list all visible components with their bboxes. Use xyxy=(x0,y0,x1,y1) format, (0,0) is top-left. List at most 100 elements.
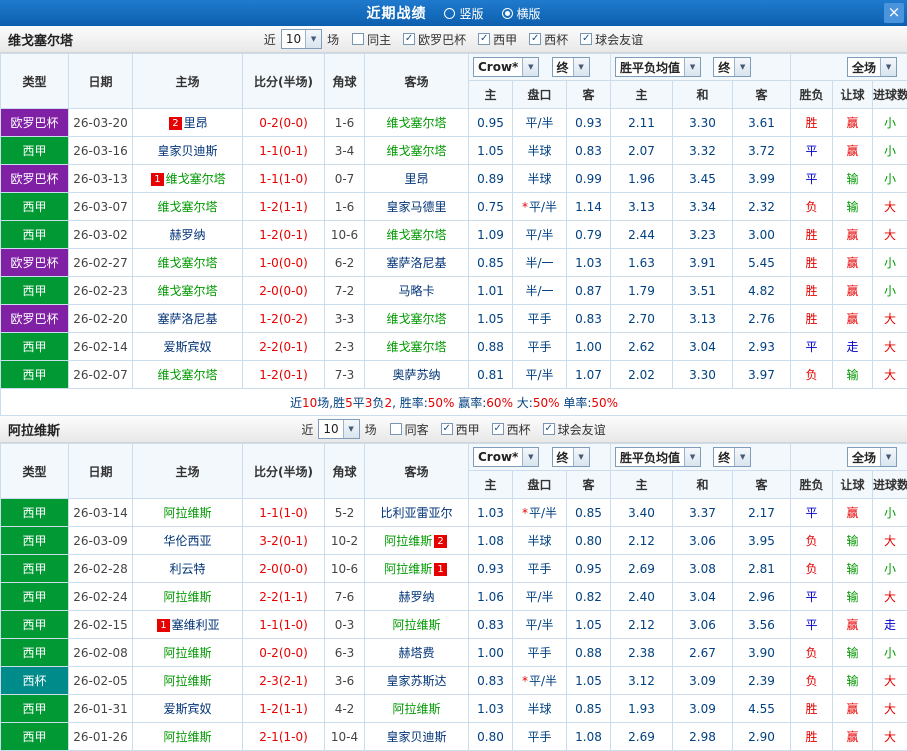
handicap-result-cell: 赢 xyxy=(832,722,874,751)
checkbox-icon[interactable] xyxy=(389,423,402,435)
scope-select[interactable]: 全场 ▼ xyxy=(847,57,898,77)
team-link[interactable]: 塞萨洛尼基 xyxy=(157,312,217,326)
team-link[interactable]: 阿拉维斯 xyxy=(384,534,432,548)
col-handicap-result: 让球 xyxy=(832,80,874,109)
avg-draw-cell: 3.45 xyxy=(672,164,734,193)
avg-home-cell: 2.11 xyxy=(610,108,674,137)
team-link[interactable]: 赫塔费 xyxy=(398,646,434,660)
team-link[interactable]: 维戈塞尔塔 xyxy=(386,340,446,354)
team-link[interactable]: 维戈塞尔塔 xyxy=(386,116,446,130)
away-team-cell: 维戈塞尔塔 xyxy=(364,108,469,137)
odds-home-cell: 0.81 xyxy=(468,360,513,389)
final-avg-select[interactable]: 终 ▼ xyxy=(713,57,752,77)
team-link[interactable]: 里昂 xyxy=(404,172,428,186)
team-link[interactable]: 阿拉维斯 xyxy=(384,562,432,576)
team-link[interactable]: 比利亚雷亚尔 xyxy=(380,506,452,520)
league-cell: 西甲 xyxy=(0,192,69,221)
checkbox-icon[interactable]: ✓ xyxy=(529,33,542,45)
checkbox-icon[interactable]: ✓ xyxy=(491,423,504,435)
filter-checkbox[interactable]: ✓ 西甲 xyxy=(478,31,517,48)
team-link[interactable]: 维戈塞尔塔 xyxy=(157,284,217,298)
result-cell: 胜 xyxy=(790,276,834,305)
radio-icon[interactable] xyxy=(444,7,456,19)
team-link[interactable]: 皇家马德里 xyxy=(386,200,446,214)
checkbox-icon[interactable]: ✓ xyxy=(403,33,416,45)
radio-vertical-layout[interactable]: 竖版 xyxy=(444,5,484,22)
team-link[interactable]: 维戈塞尔塔 xyxy=(166,172,226,186)
result-cell: 平 xyxy=(790,164,834,193)
table-row: 西甲 26-02-23 维戈塞尔塔 2-0(0-0) 7-2 马略卡 1.01 半/一 0.87… xyxy=(0,276,907,305)
checkbox-icon[interactable]: ✓ xyxy=(542,423,555,435)
filter-checkbox[interactable]: ✓ 西杯 xyxy=(529,31,568,48)
team-link[interactable]: 阿拉维斯 xyxy=(392,702,440,716)
team-link[interactable]: 阿拉维斯 xyxy=(163,590,211,604)
col-home: 主场 xyxy=(132,53,243,109)
team-link[interactable]: 皇家贝迪斯 xyxy=(157,144,217,158)
close-icon: × xyxy=(887,3,901,21)
team-link[interactable]: 赫罗纳 xyxy=(398,590,434,604)
team-link[interactable]: 皇家苏斯达 xyxy=(386,674,446,688)
league-cell: 西甲 xyxy=(0,332,69,361)
team-link[interactable]: 阿拉维斯 xyxy=(163,646,211,660)
checkbox-icon[interactable] xyxy=(352,33,365,45)
avg-home-cell: 2.38 xyxy=(610,638,674,667)
team-link[interactable]: 维戈塞尔塔 xyxy=(157,256,217,270)
league-cell: 西甲 xyxy=(0,498,69,527)
team-link[interactable]: 爱斯宾奴 xyxy=(163,340,211,354)
odds-provider-select[interactable]: Crow* ▼ xyxy=(473,57,540,77)
filter-checkbox[interactable]: 同主 xyxy=(352,31,391,48)
team-link[interactable]: 利云特 xyxy=(169,562,205,576)
odds-provider-select[interactable]: Crow* ▼ xyxy=(473,447,540,467)
team-link[interactable]: 维戈塞尔塔 xyxy=(157,368,217,382)
final-odds-select[interactable]: 终 ▼ xyxy=(551,57,590,77)
team-link[interactable]: 塞维利亚 xyxy=(172,618,220,632)
filter-checkbox[interactable]: ✓ 西杯 xyxy=(491,421,531,438)
team-link[interactable]: 维戈塞尔塔 xyxy=(386,312,446,326)
team-link[interactable]: 维戈塞尔塔 xyxy=(386,228,446,242)
avg-odds-select[interactable]: 胜平负均值 ▼ xyxy=(615,57,702,77)
team-link[interactable]: 塞萨洛尼基 xyxy=(386,256,446,270)
team-link[interactable]: 阿拉维斯 xyxy=(163,674,211,688)
final-avg-select[interactable]: 终 ▼ xyxy=(713,447,752,467)
team-link[interactable]: 奥萨苏纳 xyxy=(392,368,440,382)
team-link[interactable]: 维戈塞尔塔 xyxy=(386,144,446,158)
radio-icon[interactable] xyxy=(501,7,513,19)
match-count-select[interactable]: 10 ▼ xyxy=(280,29,323,49)
scope-select[interactable]: 全场 ▼ xyxy=(847,447,898,467)
handicap-cell: *平/半 xyxy=(512,666,567,695)
avg-odds-select[interactable]: 胜平负均值 ▼ xyxy=(615,447,702,467)
team-link[interactable]: 皇家贝迪斯 xyxy=(386,730,446,744)
date-cell: 26-02-23 xyxy=(68,276,133,305)
checkbox-icon[interactable]: ✓ xyxy=(580,33,593,45)
filter-checkbox[interactable]: ✓ 球会友谊 xyxy=(580,31,643,48)
chevron-down-icon: ▼ xyxy=(572,448,589,466)
team-link[interactable]: 马略卡 xyxy=(398,284,434,298)
team-link[interactable]: 赫罗纳 xyxy=(169,228,205,242)
team-link[interactable]: 爱斯宾奴 xyxy=(163,702,211,716)
checkbox-icon[interactable]: ✓ xyxy=(478,33,491,45)
odds-away-cell: 0.85 xyxy=(565,694,612,723)
filter-label: 球会友谊 xyxy=(595,32,644,47)
filter-checkbox[interactable]: ✓ 欧罗巴杯 xyxy=(403,31,466,48)
team-link[interactable]: 华伦西亚 xyxy=(163,534,211,548)
filter-checkbox[interactable]: ✓ 球会友谊 xyxy=(542,421,606,438)
final-odds-select[interactable]: 终 ▼ xyxy=(551,447,590,467)
away-team-cell: 皇家马德里 xyxy=(364,192,469,221)
team-link[interactable]: 阿拉维斯 xyxy=(392,618,440,632)
filter-checkbox[interactable]: 同客 xyxy=(389,421,429,438)
team-link[interactable]: 维戈塞尔塔 xyxy=(157,200,217,214)
team-link[interactable]: 里昂 xyxy=(184,116,208,130)
table-row: 西甲 26-01-26 阿拉维斯 2-1(1-0) 10-4 皇家贝迪斯 0.80 平手 1.0… xyxy=(0,722,907,751)
odds-home-cell: 1.05 xyxy=(468,304,513,333)
radio-horizontal-layout[interactable]: 横版 xyxy=(501,5,541,22)
filter-checkbox[interactable]: ✓ 西甲 xyxy=(440,421,480,438)
close-button[interactable]: × xyxy=(884,3,904,23)
away-team-cell: 维戈塞尔塔 xyxy=(364,304,469,333)
date-cell: 26-02-14 xyxy=(68,332,133,361)
checkbox-icon[interactable]: ✓ xyxy=(440,423,453,435)
team-link[interactable]: 阿拉维斯 xyxy=(163,730,211,744)
avg-away-cell: 4.55 xyxy=(732,694,792,723)
table-row: 欧罗巴杯 26-02-20 塞萨洛尼基 1-2(0-2) 3-3 维戈塞尔塔 1.05 平手 0… xyxy=(0,304,907,333)
match-count-select[interactable]: 10 ▼ xyxy=(318,419,360,439)
team-link[interactable]: 阿拉维斯 xyxy=(163,506,211,520)
